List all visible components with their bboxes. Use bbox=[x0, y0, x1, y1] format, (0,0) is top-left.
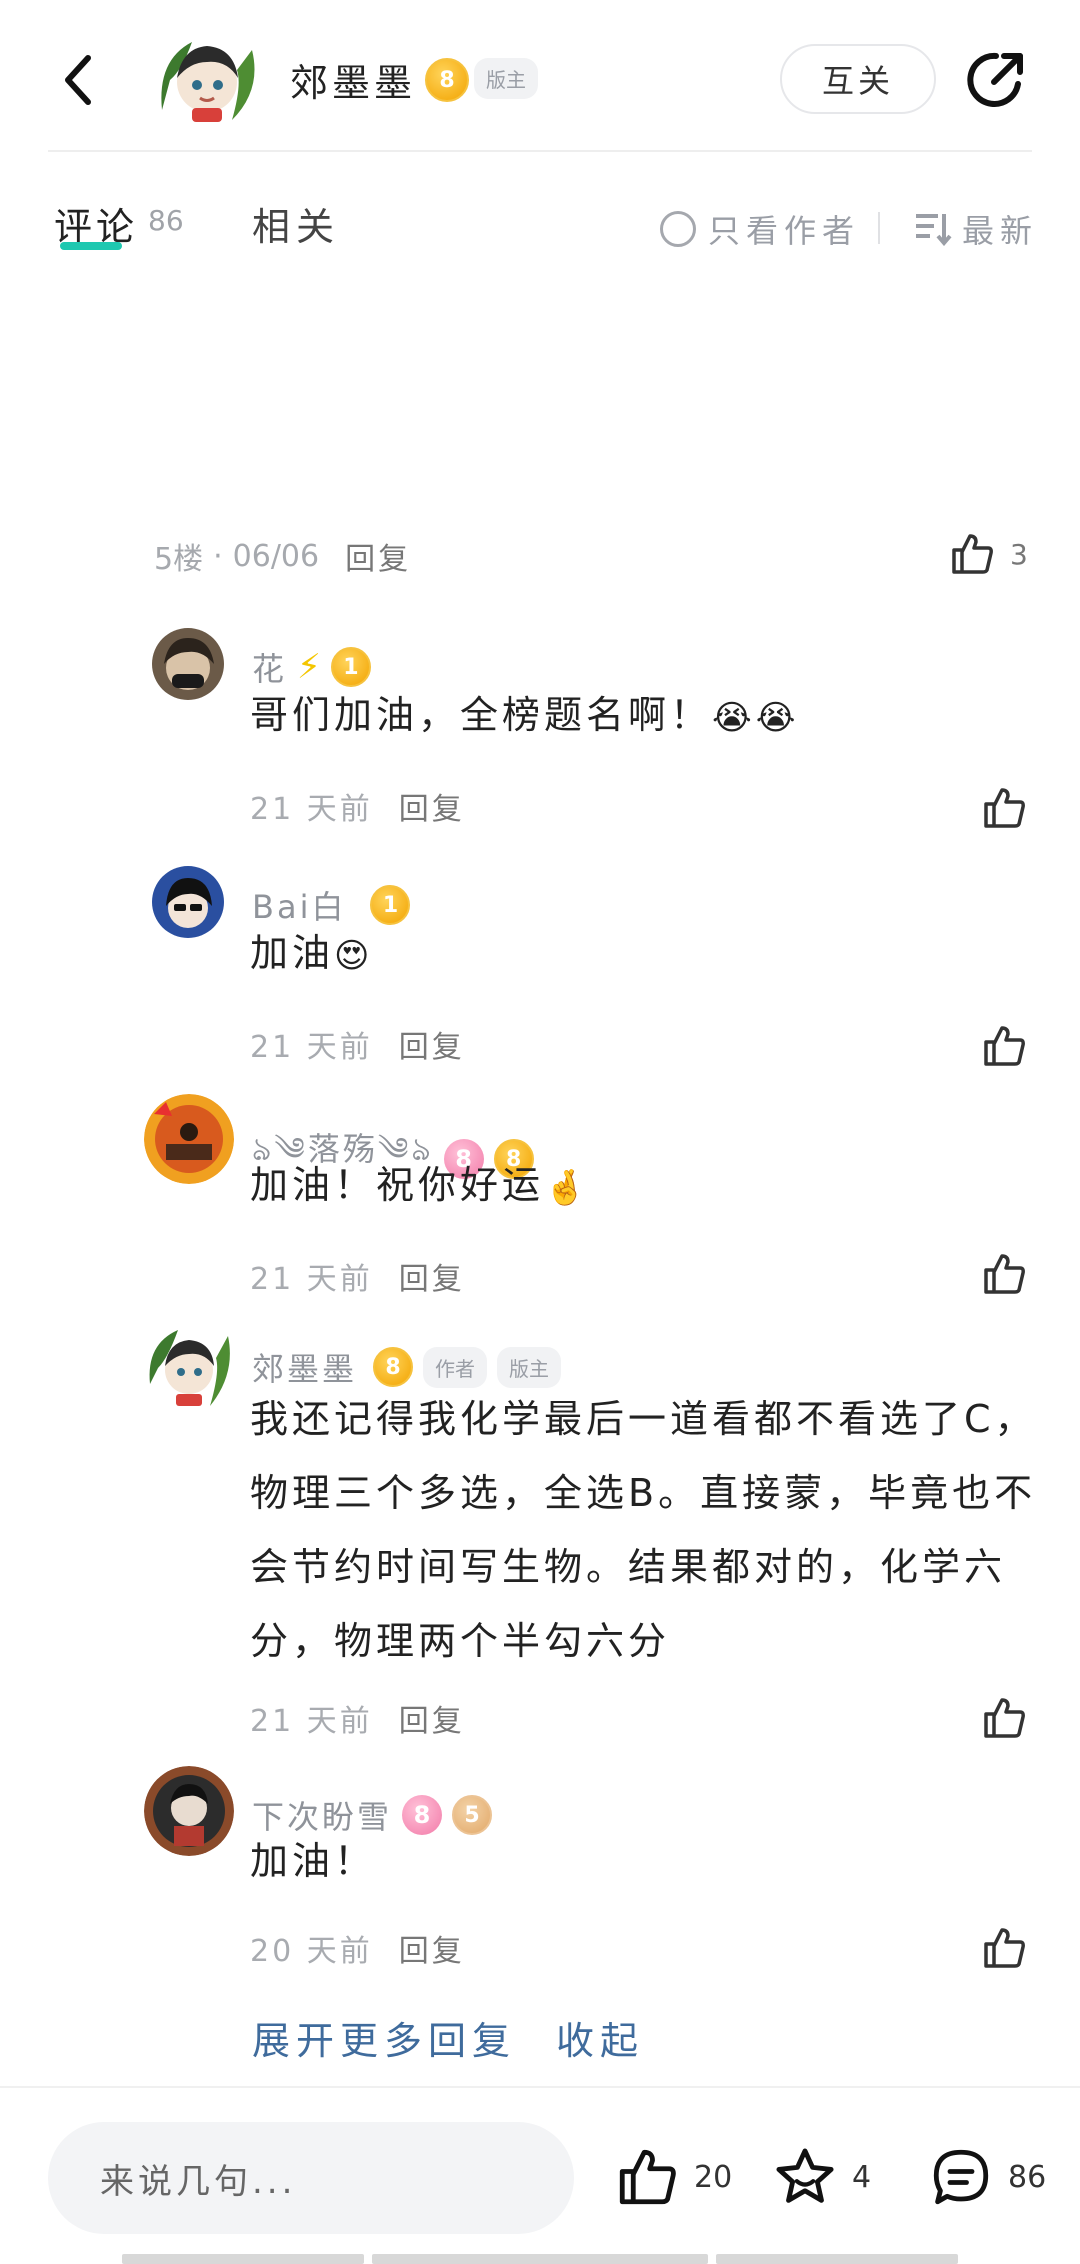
header-divider bbox=[48, 150, 1032, 152]
floor-meta: 5楼 · 06/06 回复 bbox=[154, 534, 411, 578]
reply-button[interactable]: 回复 bbox=[399, 1926, 465, 1970]
reply-time: 21 天前 bbox=[250, 1704, 373, 1739]
reply-text: 加油！祝你好运🤞 bbox=[250, 1148, 1040, 1225]
reply-time: 21 天前 bbox=[250, 1030, 373, 1065]
reply-text: 加油！ bbox=[250, 1839, 377, 1883]
crossed-fingers-emoji-icon: 🤞 bbox=[544, 1167, 591, 1208]
thumb-up-icon[interactable] bbox=[980, 1924, 1028, 1972]
smiling-emoji-icon: 😍 bbox=[334, 935, 374, 976]
sort-icon bbox=[916, 214, 952, 246]
reply-meta: 21 天前 回复 bbox=[250, 1254, 465, 1298]
avatar[interactable] bbox=[152, 628, 224, 700]
floor-like-button[interactable]: 3 bbox=[948, 530, 1028, 578]
thumb-up-icon[interactable] bbox=[980, 1694, 1028, 1742]
nav-indicator bbox=[716, 2254, 958, 2264]
reply-button[interactable]: 回复 bbox=[399, 1254, 465, 1298]
follow-button[interactable]: 互关 bbox=[780, 44, 936, 114]
radio-icon bbox=[660, 211, 696, 247]
crying-emoji-icon: 😭😭 bbox=[712, 697, 800, 738]
reply-time: 20 天前 bbox=[250, 1934, 373, 1969]
avatar[interactable] bbox=[144, 1094, 234, 1184]
level-badge: 8 bbox=[373, 1347, 414, 1387]
bottom-divider bbox=[0, 2086, 1080, 2088]
favorite-button[interactable]: 4 bbox=[772, 2144, 871, 2210]
tab-separator bbox=[878, 212, 880, 244]
thumb-up-icon bbox=[619, 2149, 676, 2205]
comment-count: 86 bbox=[1008, 2159, 1047, 2195]
reply-text-content: 哥们加油，全榜题名啊！ bbox=[250, 693, 713, 737]
floor-reply-button[interactable]: 回复 bbox=[345, 534, 411, 578]
chat-bubble-icon bbox=[933, 2149, 989, 2205]
tab-related[interactable]: 相关 bbox=[252, 196, 340, 251]
sort-label: 最新 bbox=[962, 212, 1039, 250]
avatar[interactable] bbox=[144, 1766, 234, 1856]
collapse-button[interactable]: 收起 bbox=[556, 2010, 644, 2065]
expand-row: 展开更多回复 收起 bbox=[252, 2010, 644, 2065]
floor-number: 5楼 bbox=[154, 542, 204, 577]
expand-more-button[interactable]: 展开更多回复 bbox=[252, 2010, 516, 2065]
reply-meta: 21 天前 回复 bbox=[250, 1696, 465, 1740]
comment-tabs: 评论 86 相关 只看作者 最新 bbox=[0, 190, 1080, 260]
floor-like-count: 3 bbox=[1010, 537, 1028, 571]
reply-time: 21 天前 bbox=[250, 792, 373, 827]
favorite-count: 4 bbox=[852, 2159, 872, 2195]
reply-button[interactable]: 回复 bbox=[399, 1022, 465, 1066]
reply-text: 我还记得我化学最后一道看都不看选了C，物理三个多选，全选B。直接蒙，毕竟也不会节… bbox=[250, 1397, 1037, 1663]
thumb-up-icon[interactable] bbox=[980, 784, 1028, 832]
reply-text-content: 加油！祝你好运 bbox=[250, 1163, 545, 1207]
chevron-left-icon bbox=[65, 55, 91, 105]
nav-indicator bbox=[122, 2254, 364, 2264]
comment-input[interactable]: 来说几句... bbox=[48, 2122, 574, 2234]
floor-dot: · bbox=[213, 538, 223, 574]
active-tab-indicator bbox=[60, 242, 122, 250]
reply-meta: 21 天前 回复 bbox=[250, 1022, 465, 1066]
reply-button[interactable]: 回复 bbox=[399, 784, 465, 828]
level-badge: 8 bbox=[425, 58, 469, 102]
bottom-bar: 来说几句... 20 4 86 bbox=[0, 2090, 1080, 2264]
share-icon bbox=[967, 52, 1023, 107]
author-only-toggle[interactable]: 只看作者 bbox=[660, 206, 860, 252]
back-button[interactable] bbox=[48, 45, 108, 115]
like-count: 20 bbox=[694, 2159, 733, 2195]
avatar[interactable] bbox=[144, 1324, 234, 1414]
thumb-up-icon[interactable] bbox=[980, 1022, 1028, 1070]
top-bar: 郊墨墨 8 版主 互关 bbox=[0, 0, 1080, 150]
author-name[interactable]: 郊墨墨 bbox=[290, 52, 416, 107]
reply-time: 21 天前 bbox=[250, 1262, 373, 1297]
reply-text: 哥们加油，全榜题名啊！😭😭 bbox=[250, 678, 1040, 755]
like-button[interactable]: 20 bbox=[614, 2144, 732, 2210]
share-button[interactable] bbox=[966, 46, 1032, 112]
nav-indicator bbox=[372, 2254, 708, 2264]
floor-date: 06/06 bbox=[232, 538, 320, 574]
thumb-up-icon bbox=[952, 534, 993, 574]
author-only-label: 只看作者 bbox=[708, 212, 861, 250]
star-icon bbox=[776, 2148, 834, 2203]
thumb-up-icon[interactable] bbox=[980, 1250, 1028, 1298]
reply-meta: 20 天前 回复 bbox=[250, 1926, 465, 1970]
moderator-tag: 版主 bbox=[474, 58, 538, 99]
comments-count: 86 bbox=[148, 204, 184, 237]
author-avatar[interactable] bbox=[152, 30, 262, 130]
reply-button[interactable]: 回复 bbox=[399, 1696, 465, 1740]
reply-meta: 21 天前 回复 bbox=[250, 784, 465, 828]
reply-text-content: 加油 bbox=[250, 931, 335, 975]
reply-text: 加油😍 bbox=[250, 916, 1040, 993]
avatar[interactable] bbox=[152, 866, 224, 938]
comment-button[interactable]: 86 bbox=[928, 2144, 1046, 2210]
sort-button[interactable]: 最新 bbox=[914, 206, 1038, 252]
